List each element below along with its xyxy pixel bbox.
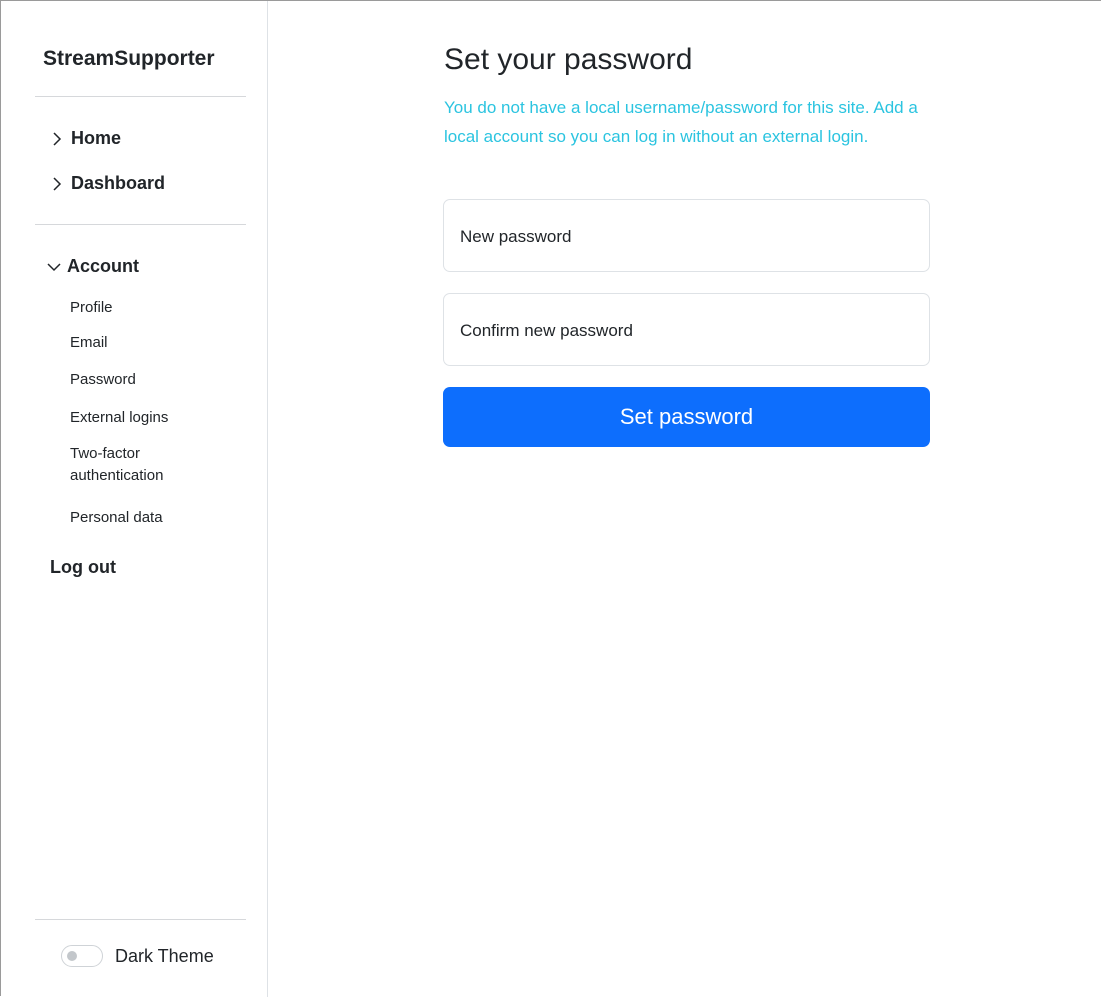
sidebar-divider [35, 96, 246, 97]
chevron-right-icon [49, 131, 65, 147]
dark-theme-toggle[interactable] [61, 945, 103, 967]
confirm-password-label: Confirm new password [460, 321, 633, 340]
toggle-knob [67, 951, 77, 961]
nav-item-label: Dashboard [71, 173, 166, 193]
confirm-password-field[interactable]: Confirm new password [443, 293, 930, 366]
nav-item-home[interactable]: Home [49, 128, 121, 149]
page-title: Set your password [444, 43, 693, 76]
nav-item-account[interactable]: Account [46, 256, 139, 277]
nav-item-label: Account [67, 256, 139, 276]
dark-theme-label: Dark Theme [115, 945, 214, 966]
logout-link[interactable]: Log out [50, 557, 116, 578]
chevron-down-icon [46, 259, 62, 275]
sidebar-item-password[interactable]: Password [70, 369, 220, 391]
chevron-right-icon [49, 176, 65, 192]
sidebar-item-email[interactable]: Email [70, 332, 220, 354]
new-password-label: New password [460, 227, 572, 246]
theme-toggle-row: Dark Theme [61, 945, 214, 967]
sidebar-item-two-factor-authentication[interactable]: Two-factor authentication [70, 443, 180, 487]
sidebar-item-external-logins[interactable]: External logins [70, 407, 220, 429]
sidebar-item-personal-data[interactable]: Personal data [70, 507, 220, 529]
nav-item-label: Home [71, 128, 122, 148]
info-message: You do not have a local username/passwor… [444, 98, 918, 146]
brand-title[interactable]: StreamSupporter [43, 47, 215, 71]
sidebar-divider [35, 919, 246, 920]
nav-item-dashboard[interactable]: Dashboard [49, 173, 165, 194]
app-window: StreamSupporter Home Dashboard Account P… [0, 0, 1101, 997]
set-password-button[interactable]: Set password [443, 387, 930, 447]
sidebar-divider [35, 224, 246, 225]
sidebar-item-profile[interactable]: Profile [70, 297, 220, 319]
new-password-field[interactable]: New password [443, 199, 930, 272]
sidebar: StreamSupporter Home Dashboard Account P… [1, 1, 268, 997]
